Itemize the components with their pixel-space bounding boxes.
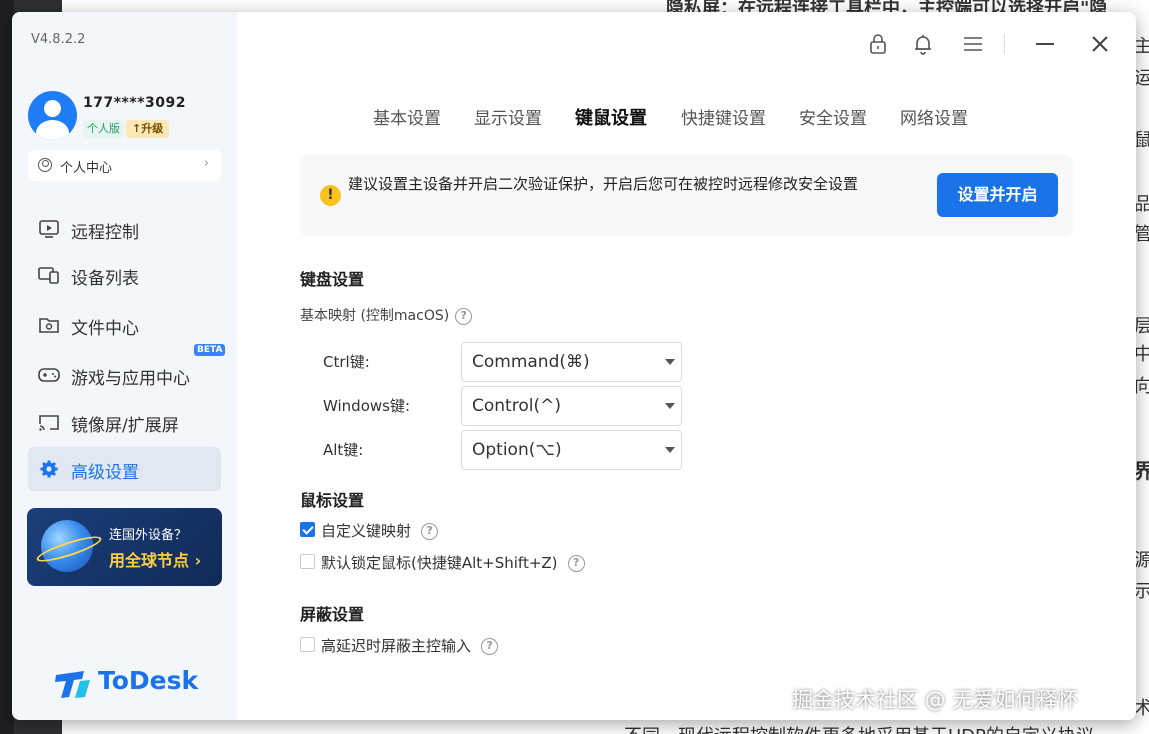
lock-mouse-option[interactable]: 默认锁定鼠标(快捷键Alt+Shift+Z)? — [300, 552, 585, 573]
nav-label: 游戏与应用中心 — [71, 369, 190, 389]
minimize-icon[interactable] — [1033, 32, 1057, 56]
alt-key-label: Alt键: — [323, 441, 364, 459]
personal-center-button[interactable]: 个人中心 › — [28, 150, 221, 181]
help-icon[interactable]: ? — [481, 638, 499, 655]
basic-mapping-text: 基本映射 (控制macOS) — [300, 308, 450, 324]
shield-section-title: 屏蔽设置 — [300, 605, 365, 624]
nav-item-device-list[interactable]: 设备列表 — [28, 253, 221, 297]
device-list-icon — [38, 267, 59, 284]
keyboard-section-title: 键盘设置 — [300, 270, 365, 289]
promo-line1: 连国外设备？ — [109, 528, 188, 543]
tab-display[interactable]: 显示设置 — [474, 104, 542, 129]
alert-message: 建议设置主设备并开启二次验证保护，开启后您可在被控时远程修改安全设置 — [348, 175, 859, 193]
help-icon[interactable]: ? — [421, 523, 439, 540]
remote-control-icon — [39, 220, 59, 238]
mouse-section-title: 鼠标设置 — [300, 491, 365, 510]
background-text: 运 — [1134, 68, 1149, 89]
todesk-window: V4.8.2.2 177****3092 个人版 ↑升级 个人中心 › 远程控制… — [12, 12, 1136, 720]
global-node-promo[interactable]: 连国外设备？ 用全球节点 › — [27, 508, 222, 586]
help-icon[interactable]: ? — [567, 555, 585, 572]
background-text: 向 — [1134, 376, 1149, 397]
dropdown-caret-icon — [665, 359, 675, 365]
settings-tabs: 基本设置 显示设置 键鼠设置 快捷键设置 安全设置 网络设置 — [12, 104, 1136, 134]
nav-item-advanced-settings[interactable]: 高级设置 — [28, 447, 221, 491]
warning-icon: ! — [320, 185, 341, 206]
background-text: 品 — [1134, 194, 1149, 215]
bell-icon[interactable] — [911, 32, 935, 56]
checkbox[interactable] — [300, 637, 315, 652]
folder-icon — [39, 318, 59, 333]
tab-security[interactable]: 安全设置 — [799, 104, 867, 129]
globe-icon — [41, 520, 93, 572]
user-icon — [38, 158, 52, 172]
background-text: 中 — [1134, 344, 1149, 365]
chevron-right-icon: › — [203, 156, 209, 171]
tab-network[interactable]: 网络设置 — [900, 104, 968, 129]
todesk-logo-icon — [55, 671, 90, 698]
gamepad-icon — [38, 368, 60, 382]
setup-enable-button[interactable]: 设置并开启 — [937, 173, 1058, 217]
nav-item-screen-mirror[interactable]: 镜像屏/扩展屏 — [28, 400, 221, 444]
tab-shortcuts[interactable]: 快捷键设置 — [681, 104, 766, 129]
personal-center-label: 个人中心 — [60, 161, 113, 176]
promo-line2: 用全球节点 › — [109, 551, 202, 570]
nav-item-game-app-center[interactable]: 游戏与应用中心 — [28, 353, 221, 397]
checkbox[interactable] — [300, 554, 315, 569]
background-text: 层 — [1134, 316, 1149, 337]
tab-keyboard-mouse[interactable]: 键鼠设置 — [575, 104, 647, 130]
lock-icon[interactable] — [866, 32, 890, 56]
option-label: 自定义键映射 — [321, 522, 412, 540]
windows-key-label: Windows键: — [323, 397, 411, 415]
background-text: 术 — [1134, 698, 1149, 719]
alt-key-select[interactable]: Option(⌥) — [461, 430, 682, 470]
background-text: 不同。现代远程控制软件更多地采用基于UDP的自定义协议 — [624, 722, 1094, 734]
dropdown-caret-icon — [665, 447, 675, 453]
select-value: Option(⌥) — [472, 440, 562, 460]
version-label: V4.8.2.2 — [31, 32, 86, 47]
option-label: 默认锁定鼠标(快捷键Alt+Shift+Z) — [321, 554, 558, 572]
watermark: 掘金技术社区 @ 无爱如何释怀 — [792, 688, 1079, 712]
background-text: 界 — [1134, 459, 1149, 483]
background-text: 源 — [1134, 550, 1149, 571]
background-text: 管 — [1134, 224, 1149, 245]
security-alert: ! 建议设置主设备并开启二次验证保护，开启后您可在被控时远程修改安全设置 设置并… — [300, 155, 1073, 236]
nav-label: 远程控制 — [71, 223, 139, 243]
checkbox-checked[interactable] — [300, 522, 315, 537]
logo-text: ToDesk — [98, 666, 199, 695]
nav-label: 文件中心 — [71, 319, 139, 339]
select-value: Control(^) — [472, 396, 561, 416]
background-text: 鼠 — [1134, 130, 1149, 151]
nav-item-remote-control[interactable]: 远程控制 — [28, 207, 221, 251]
nav-label: 高级设置 — [71, 463, 139, 483]
screen-cast-icon — [39, 415, 59, 431]
nav-label: 镜像屏/扩展屏 — [71, 416, 179, 436]
block-input-option[interactable]: 高延迟时屏蔽主控输入? — [300, 635, 499, 656]
windows-key-select[interactable]: Control(^) — [461, 386, 682, 426]
help-icon[interactable]: ? — [455, 307, 473, 325]
ctrl-key-select[interactable]: Command(⌘) — [461, 342, 682, 382]
custom-key-mapping-option[interactable]: 自定义键映射? — [300, 520, 439, 541]
nav-item-file-center[interactable]: 文件中心 — [28, 303, 221, 347]
dropdown-caret-icon — [665, 403, 675, 409]
toolbar-divider — [1004, 34, 1005, 54]
background-text: 主 — [1134, 36, 1149, 57]
option-label: 高延迟时屏蔽主控输入 — [321, 637, 472, 655]
background-text: 示 — [1134, 581, 1149, 602]
ctrl-key-label: Ctrl键: — [323, 353, 370, 371]
gear-icon — [40, 460, 58, 478]
basic-mapping-label: 基本映射 (控制macOS)? — [300, 305, 473, 325]
tab-basic[interactable]: 基本设置 — [373, 104, 441, 129]
select-value: Command(⌘) — [472, 352, 590, 372]
nav-label: 设备列表 — [71, 269, 139, 289]
menu-icon[interactable] — [961, 32, 985, 56]
beta-badge: BETA — [194, 344, 226, 356]
close-icon[interactable] — [1088, 32, 1112, 56]
